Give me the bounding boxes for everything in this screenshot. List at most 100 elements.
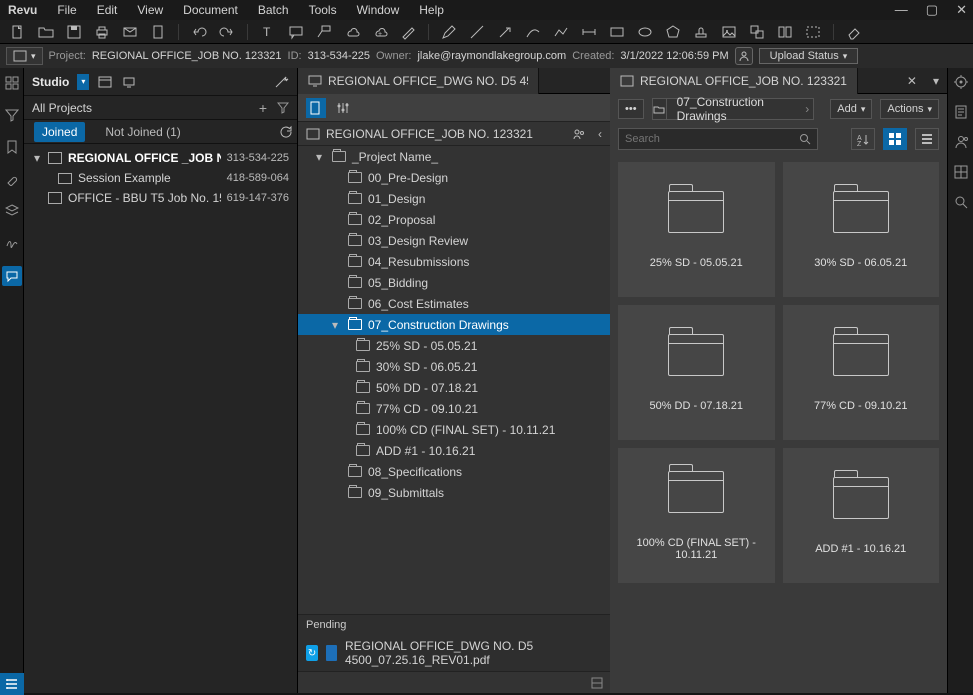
tree-node[interactable]: ADD #1 - 10.16.21 bbox=[298, 440, 610, 461]
tab-not-joined[interactable]: Not Joined (1) bbox=[97, 122, 188, 142]
compare-icon[interactable] bbox=[777, 24, 793, 40]
chevron-left-icon[interactable]: ‹ bbox=[598, 127, 602, 141]
tree-node[interactable]: 03_Design Review bbox=[298, 230, 610, 251]
list-view-button[interactable] bbox=[915, 128, 939, 150]
menu-document[interactable]: Document bbox=[183, 3, 238, 17]
people-icon[interactable] bbox=[572, 127, 586, 141]
tree-node[interactable]: 01_Design bbox=[298, 188, 610, 209]
tab-joined[interactable]: Joined bbox=[34, 122, 85, 142]
group-icon[interactable] bbox=[749, 24, 765, 40]
note-icon[interactable] bbox=[288, 24, 304, 40]
tree-node[interactable]: 05_Bidding bbox=[298, 272, 610, 293]
refresh-icon[interactable] bbox=[279, 125, 293, 139]
rail-forms-icon[interactable] bbox=[953, 104, 969, 120]
folder-card[interactable]: 50% DD - 07.18.21 bbox=[618, 305, 775, 440]
tree-node[interactable]: 08_Specifications bbox=[298, 461, 610, 482]
user-icon[interactable] bbox=[735, 47, 753, 65]
project-row[interactable]: ▾ REGIONAL OFFICE _JOB NO. 123321 313-53… bbox=[24, 148, 297, 168]
tree-view-icon[interactable] bbox=[306, 98, 326, 118]
page-icon[interactable] bbox=[150, 24, 166, 40]
dimension-icon[interactable] bbox=[581, 24, 597, 40]
content-tab[interactable]: REGIONAL OFFICE_JOB NO. 123321 bbox=[610, 68, 858, 94]
text-icon[interactable]: T bbox=[260, 24, 276, 40]
rail-bookmarks-icon[interactable] bbox=[3, 138, 21, 156]
menu-view[interactable]: View bbox=[137, 3, 163, 17]
arc-icon[interactable] bbox=[525, 24, 541, 40]
polyline-icon[interactable] bbox=[553, 24, 569, 40]
project-row[interactable]: OFFICE - BBU T5 Job No. 15678 619-147-37… bbox=[24, 188, 297, 208]
studio-dropdown[interactable]: ▾ bbox=[77, 74, 89, 90]
add-button[interactable]: Add▾ bbox=[830, 99, 872, 119]
rail-tools-icon[interactable] bbox=[3, 170, 21, 188]
search-input[interactable] bbox=[618, 128, 818, 150]
ellipse-icon[interactable] bbox=[637, 24, 653, 40]
pending-file-row[interactable]: ↻ REGIONAL OFFICE_DWG NO. D5 4500_07.25.… bbox=[298, 635, 610, 671]
rail-filter-icon[interactable] bbox=[3, 106, 21, 124]
document-tab[interactable]: REGIONAL OFFICE_DWG NO. D5 4500_07.25.16 bbox=[298, 68, 539, 94]
snapshot-icon[interactable] bbox=[805, 24, 821, 40]
maximize-icon[interactable]: ▢ bbox=[926, 2, 938, 18]
menu-window[interactable]: Window bbox=[357, 3, 400, 17]
menu-revu[interactable]: Revu bbox=[8, 3, 37, 17]
panel-toggle-button[interactable] bbox=[0, 673, 24, 695]
email-icon[interactable] bbox=[122, 24, 138, 40]
breadcrumb-more[interactable]: ••• bbox=[618, 99, 644, 119]
callout-icon[interactable] bbox=[316, 24, 332, 40]
tree-node[interactable]: 04_Resubmissions bbox=[298, 251, 610, 272]
line-icon[interactable] bbox=[469, 24, 485, 40]
tree-node[interactable]: ▾_Project Name_ bbox=[298, 146, 610, 167]
rail-properties-icon[interactable] bbox=[953, 74, 969, 90]
image-icon[interactable] bbox=[721, 24, 737, 40]
studio-sessions-icon[interactable] bbox=[121, 74, 137, 90]
breadcrumb-home-icon[interactable] bbox=[653, 104, 666, 114]
actions-button[interactable]: Actions▾ bbox=[880, 99, 939, 119]
folder-card[interactable]: 77% CD - 09.10.21 bbox=[783, 305, 940, 440]
studio-projects-icon[interactable] bbox=[97, 74, 113, 90]
arrow-icon[interactable] bbox=[497, 24, 513, 40]
grid-view-button[interactable] bbox=[883, 128, 907, 150]
settings-icon[interactable] bbox=[336, 101, 350, 115]
tree-node[interactable]: ▾07_Construction Drawings bbox=[298, 314, 610, 335]
breadcrumb-segment[interactable]: 07_Construction Drawings bbox=[666, 99, 802, 119]
tree-node[interactable]: 06_Cost Estimates bbox=[298, 293, 610, 314]
minimize-icon[interactable]: — bbox=[895, 2, 908, 18]
sort-button[interactable]: AZ bbox=[851, 128, 875, 150]
menu-batch[interactable]: Batch bbox=[258, 3, 289, 17]
rail-layers-icon[interactable] bbox=[3, 202, 21, 220]
open-icon[interactable] bbox=[38, 24, 54, 40]
tab-chevron-icon[interactable]: ▾ bbox=[925, 74, 947, 88]
undo-icon[interactable] bbox=[191, 24, 207, 40]
project-selector[interactable]: ▾ bbox=[6, 47, 43, 65]
cloudplus-icon[interactable]: + bbox=[372, 24, 388, 40]
tree-node[interactable]: 100% CD (FINAL SET) - 10.11.21 bbox=[298, 419, 610, 440]
expand-icon[interactable] bbox=[590, 676, 604, 690]
stamp-icon[interactable] bbox=[693, 24, 709, 40]
close-tab-icon[interactable]: ✕ bbox=[899, 74, 925, 88]
eraser-icon[interactable] bbox=[846, 24, 862, 40]
rail-thumbnails-icon[interactable] bbox=[3, 74, 21, 92]
rect-icon[interactable] bbox=[609, 24, 625, 40]
tree-node[interactable]: 50% DD - 07.18.21 bbox=[298, 377, 610, 398]
close-icon[interactable]: ✕ bbox=[956, 2, 967, 18]
print-icon[interactable] bbox=[94, 24, 110, 40]
menu-tools[interactable]: Tools bbox=[309, 3, 337, 17]
folder-card[interactable]: 30% SD - 06.05.21 bbox=[783, 162, 940, 297]
tree-node[interactable]: 09_Submittals bbox=[298, 482, 610, 503]
rail-markups-icon[interactable] bbox=[953, 164, 969, 180]
filter-icon[interactable] bbox=[277, 102, 289, 114]
tree-node[interactable]: 25% SD - 05.05.21 bbox=[298, 335, 610, 356]
tree-node[interactable]: 02_Proposal bbox=[298, 209, 610, 230]
search-field[interactable] bbox=[625, 133, 793, 145]
rail-people-icon[interactable] bbox=[953, 134, 969, 150]
highlight-icon[interactable] bbox=[400, 24, 416, 40]
add-project-icon[interactable]: + bbox=[259, 100, 267, 116]
pen-icon[interactable] bbox=[441, 24, 457, 40]
folder-card[interactable]: 100% CD (FINAL SET) - 10.11.21 bbox=[618, 448, 775, 583]
cloud-icon[interactable] bbox=[344, 24, 360, 40]
project-row[interactable]: Session Example 418-589-064 bbox=[24, 168, 297, 188]
tree-node[interactable]: 00_Pre-Design bbox=[298, 167, 610, 188]
folder-card[interactable]: 25% SD - 05.05.21 bbox=[618, 162, 775, 297]
folder-card[interactable]: ADD #1 - 10.16.21 bbox=[783, 448, 940, 583]
save-icon[interactable] bbox=[66, 24, 82, 40]
chevron-right-icon[interactable]: › bbox=[801, 102, 813, 116]
